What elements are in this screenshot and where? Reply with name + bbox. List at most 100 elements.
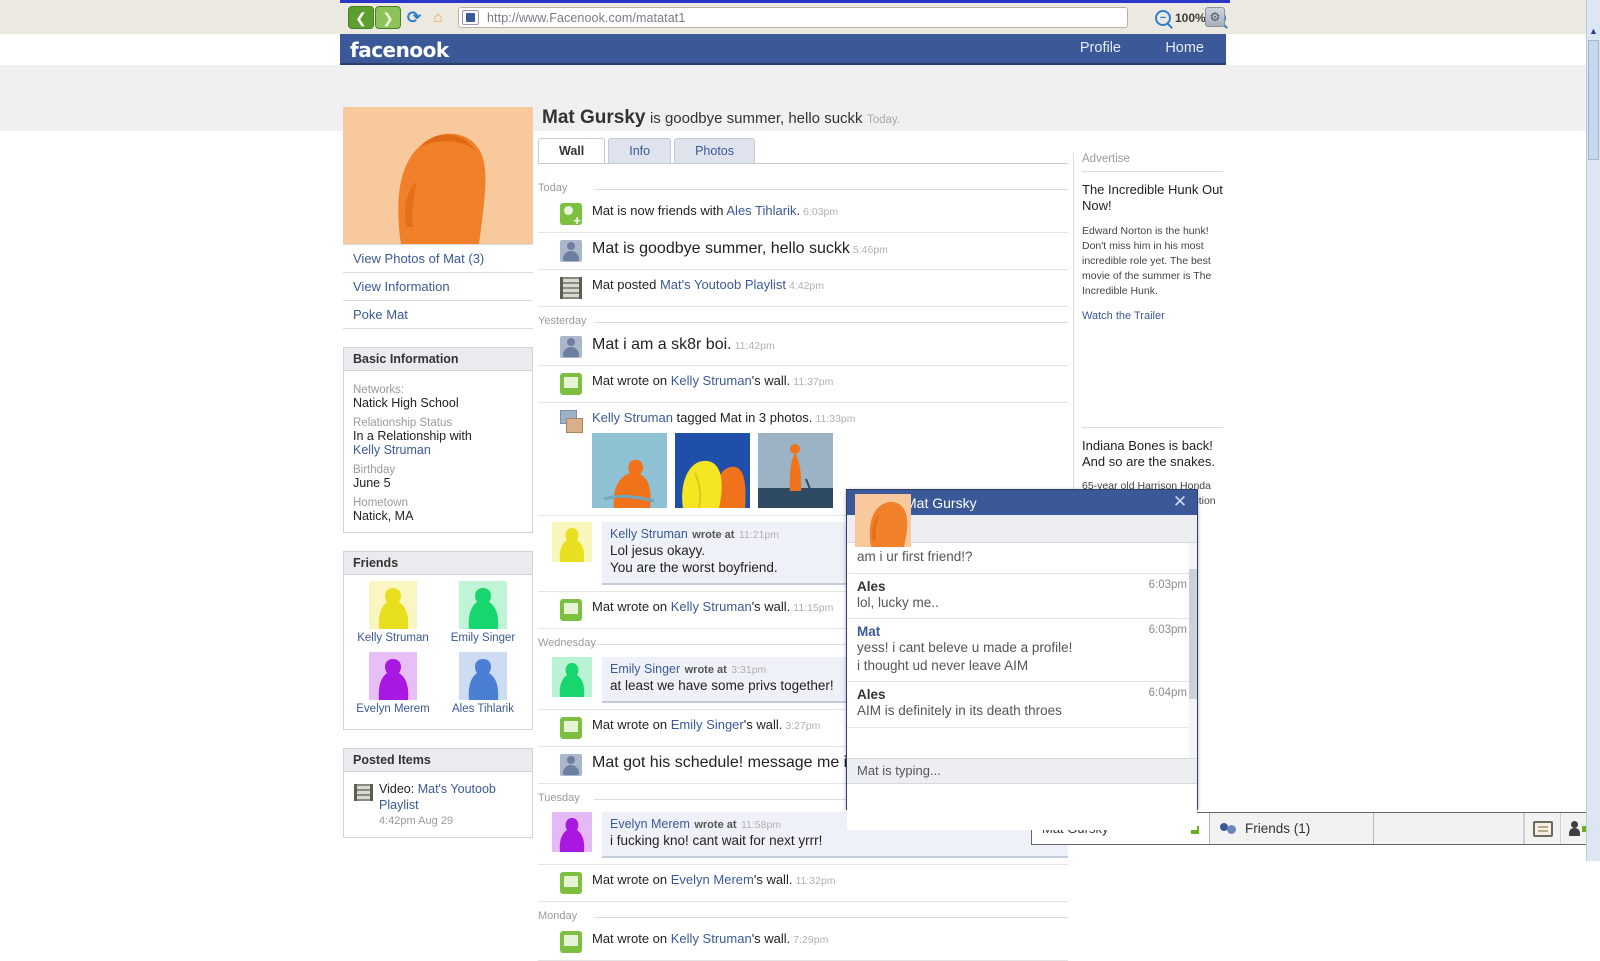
feed-entity-link[interactable]: Emily Singer [671,717,744,732]
ad-link[interactable]: Watch the Trailer [1082,310,1223,322]
feed-text-suffix: 's wall. [751,598,791,614]
tab-info[interactable]: Info [608,138,672,163]
tagged-photo[interactable] [758,433,833,508]
back-icon[interactable]: ❮ [348,6,374,29]
url-input[interactable]: http://www.Facenook.com/matatat1 [487,11,685,25]
nav-home[interactable]: Home [1165,40,1204,56]
friend-name[interactable]: Ales Tihlarik [438,703,528,715]
wall-post-avatar[interactable] [552,811,592,852]
feed-day-label: Today [538,182,568,194]
wall-post-avatar[interactable] [552,522,592,562]
field-value: Natick, MA [353,509,414,523]
posted-item-text: Video: Mat's Youtoob Playlist [379,782,522,813]
page-title: Mat Gursky [542,107,646,128]
feed-entity-link[interactable]: Kelly Struman [671,931,752,946]
chat-message-time: 6:03pm [1148,624,1187,637]
feed-day-label: Monday [538,909,578,922]
feed-story-row: Mat is now friends with Ales Tihlarik.6:… [538,196,1068,233]
feed-entity-link[interactable]: Evelyn Merem [671,872,754,887]
feed-story-text: Mat is now friends with Ales Tihlarik. 6:… [592,203,1068,218]
friend-name[interactable]: Emily Singer [438,632,528,644]
url-bar[interactable]: http://www.Facenook.com/matatat1 [458,7,1128,28]
chat-scrollbar-thumb[interactable] [1189,569,1197,699]
profile-photo[interactable] [343,107,533,244]
chat-input[interactable] [847,784,1197,830]
feed-timestamp: 5:46pm [852,244,888,256]
posted-item-date: 4:42pm Aug 29 [379,815,454,828]
site-header: facenook Profile Home [340,34,1226,65]
tab-wall[interactable]: Wall [538,138,606,163]
chat-message-line: am i ur first friend!? [857,549,973,564]
friend-cell[interactable]: Kelly Struman [348,581,438,644]
friend-cell[interactable]: Ales Tihlarik [438,652,528,715]
nav-profile[interactable]: Profile [1080,40,1121,56]
feed-entity-link[interactable]: Mat's Youtoob Playlist [660,277,786,292]
wall-post-author-link[interactable]: Evelyn Merem [610,817,690,831]
feed-day-label: Tuesday [538,791,580,804]
left-sidebar: View Photos of Mat (3) View Information … [343,107,533,839]
friend-avatar[interactable] [369,581,417,629]
feed-day-rule [594,189,1068,190]
feed-story-row: Mat is goodbye summer, hello suckk 5:46pm [538,233,1068,270]
friend-cell[interactable]: Evelyn Merem [348,652,438,715]
friend-name[interactable]: Kelly Struman [348,632,438,644]
gear-icon[interactable]: ⚙ [1205,7,1225,27]
friends-icon [1220,822,1237,836]
chat-message-author: Ales [857,687,886,703]
view-information-link[interactable]: View Information [343,273,533,301]
feed-timestamp: 11:42pm [734,340,775,352]
reload-icon[interactable]: ⟳ [404,8,424,28]
posted-item[interactable]: Video: Mat's Youtoob Playlist 4:42pm Aug… [350,776,526,833]
feed-text-prefix: Mat wrote on [592,598,671,614]
chat-log[interactable]: am i ur first friend!? Ales 6:03pm lol, luc… [847,543,1197,758]
feed-timestamp: 4:42pm [789,280,825,292]
friend-cell[interactable]: Emily Singer [438,581,528,644]
feed-entity-link[interactable]: Kelly Struman [671,599,752,614]
taskbar-notifications-button[interactable] [1524,813,1560,844]
poke-link[interactable]: Poke Mat [343,301,533,329]
chat-window[interactable]: Mat Gursky ✕ am i ur first friend!? Ales 6… [846,489,1198,830]
tagged-photo[interactable] [592,433,667,508]
wall-icon [560,373,582,395]
feed-text-suffix: 's wall. [751,373,791,388]
site-logo[interactable]: facenook [350,38,449,62]
friend-avatar[interactable] [369,652,417,700]
feed-entity-link[interactable]: Ales Tihlarik [726,203,796,218]
view-photos-link[interactable]: View Photos of Mat (3) [343,244,533,273]
page-scrollbar[interactable]: ▲ [1586,0,1600,861]
wall-post-author-link[interactable]: Kelly Struman [610,527,688,541]
feed-entity-link[interactable]: Kelly Struman [592,410,673,425]
tagged-photo[interactable] [675,433,750,509]
feed-text-prefix: Mat is now friends with [592,203,727,218]
friends-grid: Kelly Struman Emily Singer Evelyn Merem Ale… [344,575,532,729]
scroll-up-icon[interactable]: ▲ [1587,26,1600,40]
tab-photos[interactable]: Photos [674,138,756,163]
feed-text-suffix: 's wall. [753,871,793,887]
chat-message-author: Ales [857,578,886,594]
chat-scrollbar[interactable] [1189,543,1197,758]
wall-post-avatar[interactable] [552,656,592,697]
friend-add-icon [560,203,582,227]
ad-incredible-hunk[interactable]: The Incredible Hunk Out Now! Edward Nort… [1082,172,1223,322]
feed-timestamp: 6:03pm [803,206,839,218]
forward-icon[interactable]: ❯ [375,6,401,29]
feed-day-separator: Monday [538,910,1068,924]
posted-items-header: Posted Items [344,749,532,772]
taskbar-friends-tab[interactable]: Friends (1) [1210,813,1374,844]
feed-entity-link[interactable]: Kelly Struman [671,373,752,388]
close-icon[interactable]: ✕ [1171,493,1189,511]
home-icon[interactable]: ⌂ [428,8,448,28]
field-value: Natick High School [353,396,459,410]
feed-text-suffix: tagged Mat in 3 photos. [672,410,813,425]
relationship-partner-link[interactable]: Kelly Struman [353,443,523,457]
wall-post-author-link[interactable]: Emily Singer [610,662,680,676]
friend-avatar[interactable] [459,652,507,700]
friend-avatar[interactable] [459,581,507,629]
video-icon [560,277,582,299]
feed-timestamp: 3:27pm [785,719,821,732]
zoom-out-icon[interactable]: − [1155,10,1171,26]
status-time: Today. [867,114,901,126]
profile-avatar-art [343,107,533,244]
friend-name[interactable]: Evelyn Merem [348,703,438,715]
page-scrollbar-thumb[interactable] [1588,40,1599,160]
